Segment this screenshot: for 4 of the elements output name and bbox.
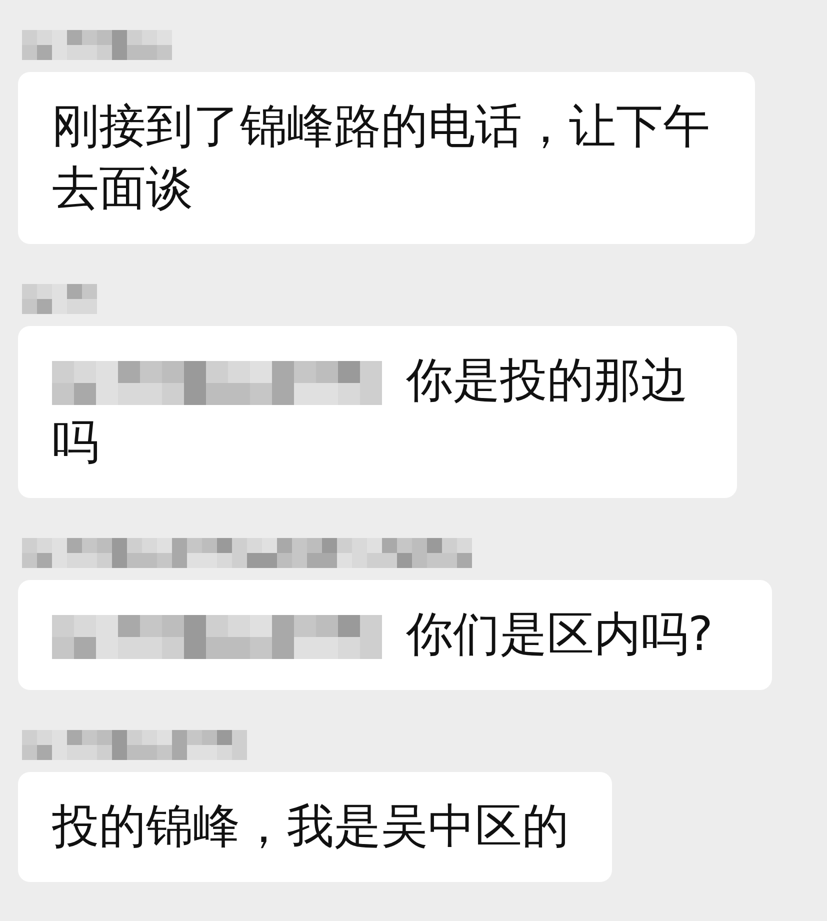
message-text: 你们是区内吗?: [406, 607, 713, 662]
message-text: 刚接到了锦峰路的电话，让下午去面谈: [52, 99, 710, 216]
message-text: 投的锦峰，我是吴中区的: [52, 799, 569, 854]
message-text: 你是投的那边吗: [52, 353, 688, 470]
